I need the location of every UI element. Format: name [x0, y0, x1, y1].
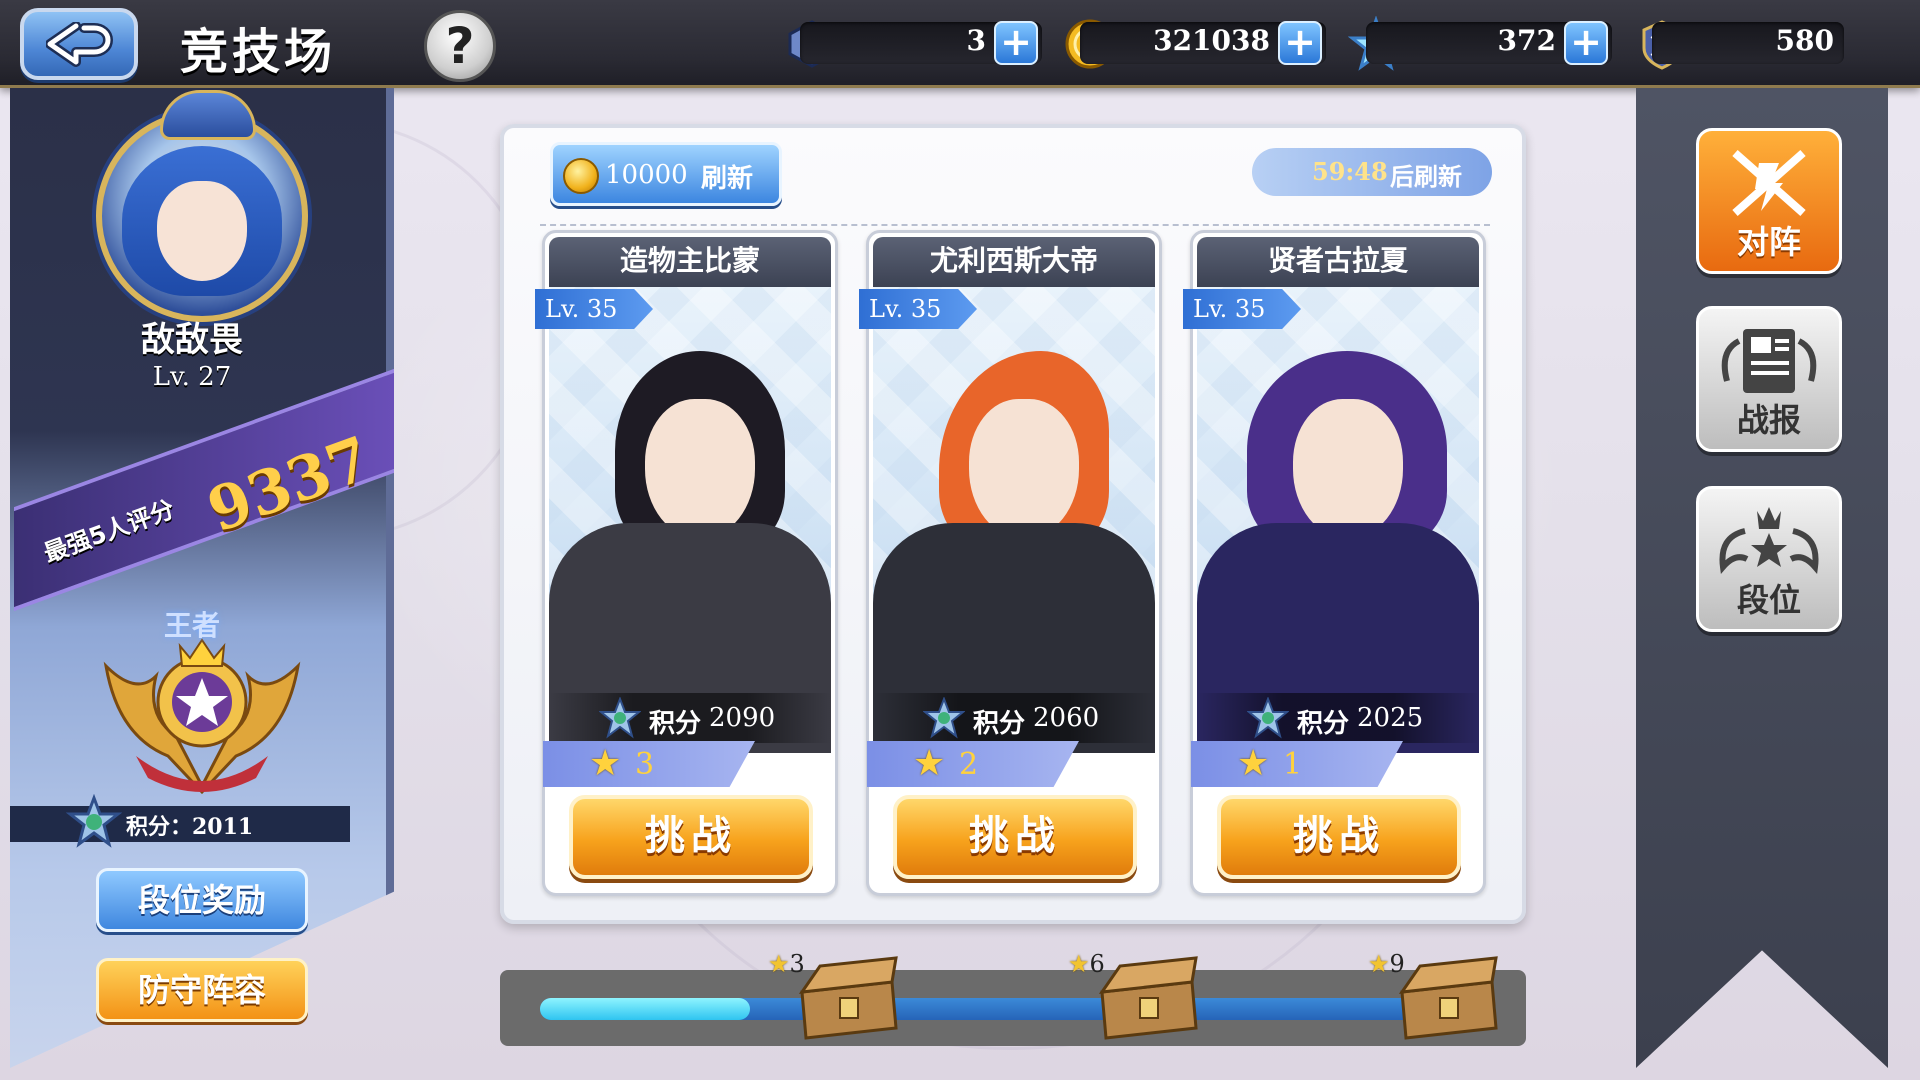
points-badge-icon [66, 794, 122, 848]
star-progress-bar [500, 970, 1526, 1046]
player-points-bar: 积分：2011 [10, 794, 350, 848]
battle-report-label: 战报 [1736, 401, 1801, 439]
battle-lineup-button[interactable]: 对阵 [1696, 128, 1842, 274]
treasure-chest-icon[interactable] [792, 952, 902, 1042]
challenge-button[interactable]: 挑战 [569, 795, 813, 879]
add-ticket-button[interactable]: + [994, 21, 1038, 65]
crystal-resource: 372 + [1366, 21, 1612, 65]
player-avatar[interactable] [96, 90, 308, 322]
points-label: 积分 [1297, 709, 1350, 739]
player-name: 敌敌畏 [141, 320, 243, 360]
opponent-star-reward: ★ 1 [1191, 741, 1403, 787]
player-points: 积分：2011 [126, 814, 254, 840]
refresh-cost: 10000 [605, 160, 688, 190]
opponent-points: 积分 2025 [1197, 693, 1479, 743]
rank-button[interactable]: 段位 [1696, 486, 1842, 632]
opponent-points: 积分 2060 [873, 693, 1155, 743]
rank-label: 段位 [1736, 581, 1801, 619]
refresh-timer: 59:48 后刷新 [1252, 148, 1492, 196]
defense-lineup-button[interactable]: 防守阵容 [96, 958, 308, 1022]
opponent-name: 尤利西斯大帝 [873, 237, 1155, 287]
refresh-button[interactable]: 10000 刷新 [550, 142, 782, 206]
back-arrow-icon [46, 22, 113, 67]
opponent-portrait [549, 287, 831, 753]
rank-crest-icon [1719, 507, 1819, 575]
points-value: 2025 [1357, 703, 1424, 733]
points-label: 积分 [973, 709, 1026, 739]
star-progress-fill [540, 998, 750, 1020]
opponent-name: 贤者古拉夏 [1197, 237, 1479, 287]
ticket-resource: 3 + [800, 21, 1042, 65]
gold-coin-icon [563, 158, 599, 194]
battle-report-button[interactable]: 战报 [1696, 306, 1842, 452]
opponent-card: 造物主比蒙 Lv. 35 积分 2090 ★ 3 挑战 [535, 230, 838, 896]
points-badge-icon [599, 697, 641, 739]
medal-count: 580 [1775, 24, 1834, 57]
star-icon: ★ [589, 743, 622, 784]
top-bar: 竞技场 ? 3 + 321038 + 372 + 580 [0, 0, 1920, 88]
points-badge-icon [1247, 697, 1289, 739]
treasure-chest-icon[interactable] [1392, 952, 1502, 1042]
back-button[interactable] [20, 8, 138, 80]
points-label: 积分 [649, 709, 702, 739]
gold-resource: 321038 + [1080, 21, 1326, 65]
battle-lineup-label: 对阵 [1736, 223, 1801, 261]
points-badge-icon [923, 697, 965, 739]
opponent-star-reward: ★ 3 [543, 741, 755, 787]
star-count: 2 [959, 747, 979, 782]
challenge-button[interactable]: 挑战 [1217, 795, 1461, 879]
star-count: 1 [1283, 747, 1303, 782]
opponent-name: 造物主比蒙 [549, 237, 831, 287]
help-button[interactable]: ? [424, 10, 496, 82]
report-icon [1721, 329, 1817, 393]
star-icon: ★ [1237, 743, 1270, 784]
opponent-portrait [1197, 287, 1479, 753]
page-title: 竞技场 [180, 24, 337, 80]
medal-resource: 580 [1652, 22, 1844, 64]
star-count: 3 [635, 747, 655, 782]
star-icon: ★ [913, 743, 946, 784]
opponent-portrait [873, 287, 1155, 753]
opponent-level: Lv. 35 [535, 289, 653, 329]
rank-title: 王者 [163, 609, 220, 642]
opponent-points: 积分 2090 [549, 693, 831, 743]
challenge-button[interactable]: 挑战 [893, 795, 1137, 879]
timer-suffix: 后刷新 [1390, 163, 1462, 191]
side-menu: 对阵 战报 段位 [1636, 88, 1888, 1068]
opponent-level: Lv. 35 [859, 289, 977, 329]
crossed-swords-icon [1732, 150, 1806, 216]
opponent-star-reward: ★ 2 [867, 741, 1079, 787]
crystal-count: 372 [1497, 24, 1556, 57]
treasure-chest-icon[interactable] [1092, 952, 1202, 1042]
add-gold-button[interactable]: + [1278, 21, 1322, 65]
opponent-panel: 10000 刷新 59:48 后刷新 造物主比蒙 Lv. 35 积分 2090 … [500, 124, 1526, 924]
points-value: 2060 [1033, 703, 1100, 733]
timer-value: 59:48 [1312, 157, 1388, 186]
add-crystal-button[interactable]: + [1564, 21, 1608, 65]
ticket-count: 3 [966, 24, 986, 57]
opponent-card: 贤者古拉夏 Lv. 35 积分 2025 ★ 1 挑战 [1183, 230, 1486, 896]
points-value: 2090 [709, 703, 776, 733]
opponent-level: Lv. 35 [1183, 289, 1301, 329]
gold-count: 321038 [1153, 24, 1270, 57]
refresh-label: 刷新 [701, 164, 754, 194]
opponent-card: 尤利西斯大帝 Lv. 35 积分 2060 ★ 2 挑战 [859, 230, 1162, 896]
rank-rewards-button[interactable]: 段位奖励 [96, 868, 308, 932]
player-level: Lv. 27 [152, 362, 232, 392]
